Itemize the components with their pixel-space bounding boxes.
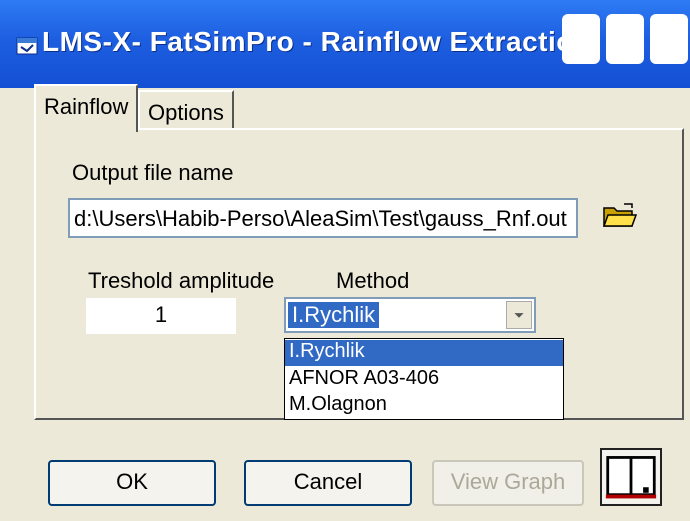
method-option-afnor[interactable]: AFNOR A03-406 — [285, 367, 563, 393]
method-label: Method — [336, 268, 410, 293]
open-folder-icon[interactable] — [602, 202, 638, 230]
method-option-rychlik[interactable]: I.Rychlik — [285, 340, 563, 366]
title-bar[interactable]: LMS-X- FatSimPro - Rainflow Extraction — [0, 0, 690, 88]
tab-options-label: Options — [148, 100, 224, 125]
dropdown-arrow-button[interactable] — [506, 301, 532, 329]
cancel-button[interactable]: Cancel — [244, 460, 412, 506]
minimize-button[interactable] — [562, 14, 600, 64]
method-dropdown-list: I.Rychlik AFNOR A03-406 M.Olagnon — [284, 338, 564, 420]
help-book-button[interactable] — [600, 448, 662, 506]
output-file-label: Output file name — [72, 160, 234, 185]
app-icon — [16, 37, 38, 55]
chevron-down-icon — [514, 313, 524, 318]
method-option-olagnon[interactable]: M.Olagnon — [285, 393, 563, 419]
view-graph-button[interactable]: View Graph — [432, 460, 584, 506]
threshold-label: Treshold amplitude — [88, 268, 275, 293]
output-file-input[interactable]: d:\Users\Habib-Perso\AleaSim\Test\gauss_… — [68, 198, 578, 238]
ok-button[interactable]: OK — [48, 460, 216, 506]
maximize-button[interactable] — [606, 14, 644, 64]
method-select[interactable]: I.Rychlik — [284, 297, 536, 333]
method-select-value: I.Rychlik — [288, 302, 380, 328]
window-title: LMS-X- FatSimPro - Rainflow Extraction — [42, 26, 592, 57]
dialog-window: LMS-X- FatSimPro - Rainflow Extraction R… — [0, 0, 690, 521]
tab-rainflow[interactable]: Rainflow — [34, 84, 138, 132]
close-button[interactable] — [650, 14, 688, 64]
tab-rainflow-label: Rainflow — [44, 94, 129, 119]
tab-options[interactable]: Options — [138, 90, 234, 128]
book-icon — [605, 456, 657, 499]
threshold-input[interactable]: 1 — [86, 298, 236, 334]
